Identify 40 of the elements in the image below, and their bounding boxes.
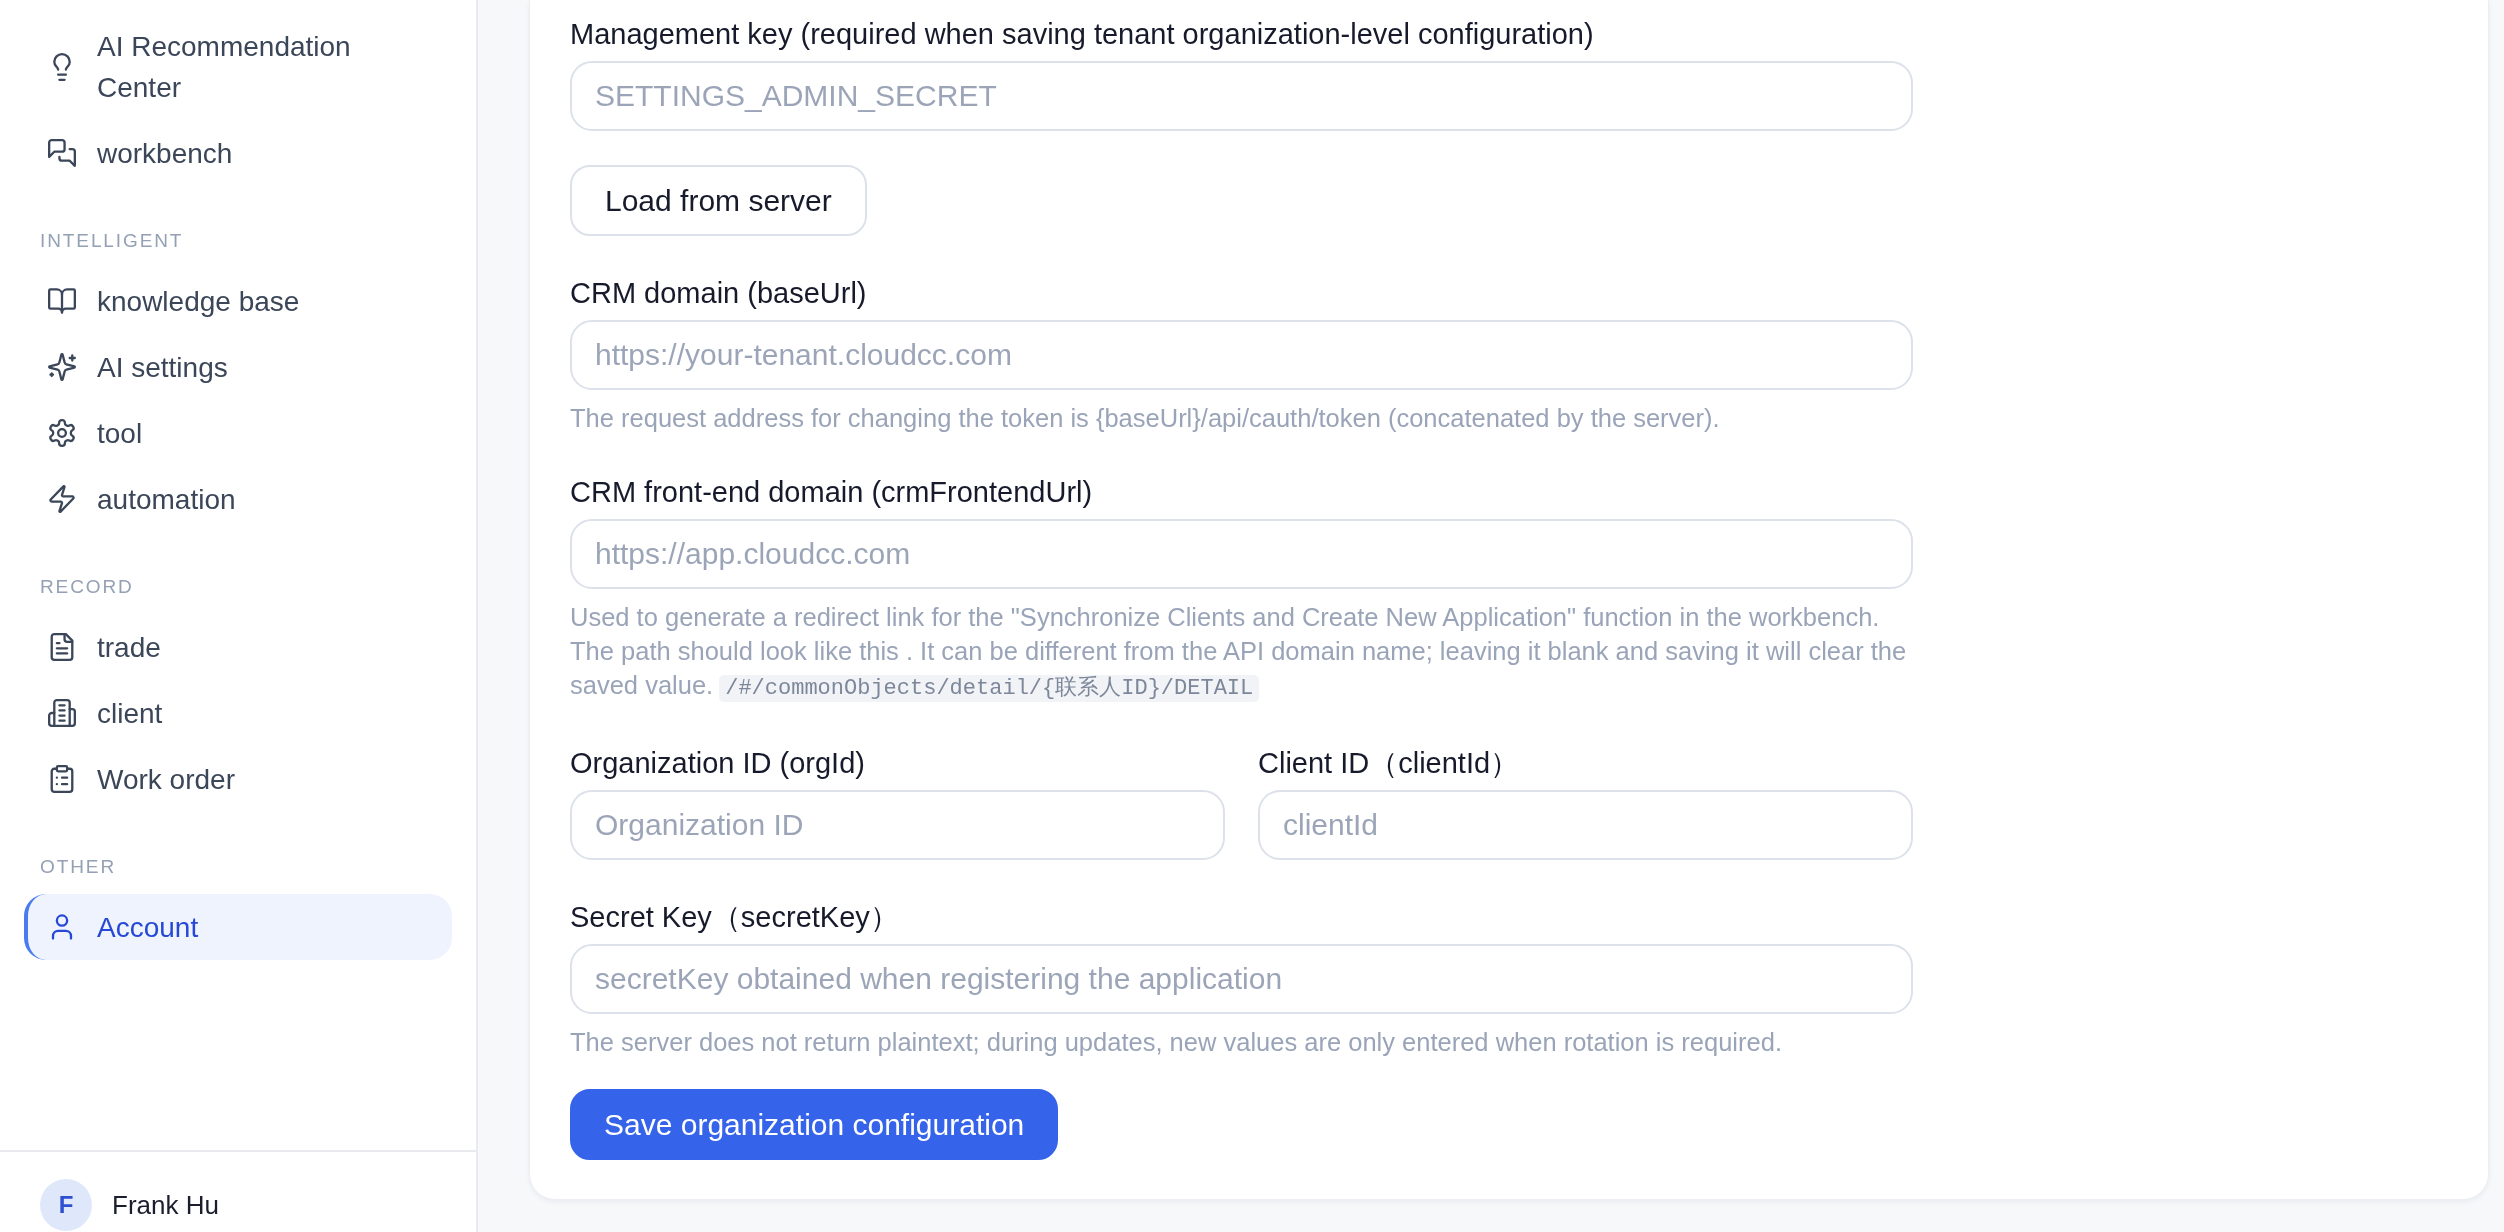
sparkles-icon	[48, 353, 76, 381]
section-heading: OTHER	[40, 855, 116, 879]
input-field[interactable]: secretKey obtained when registering the application	[570, 944, 1913, 1014]
clipboard-list-icon	[48, 765, 76, 793]
gear-icon	[48, 419, 76, 447]
input-field[interactable]: clientId	[1258, 790, 1913, 860]
field-label: Organization ID (orgId)	[570, 746, 866, 781]
nav-item[interactable]: automation	[24, 466, 452, 532]
user-avatar: F	[40, 1179, 92, 1231]
nav-item[interactable]: Account	[24, 894, 452, 960]
field-label: Secret Key（secretKey）	[570, 900, 900, 935]
input-field[interactable]: SETTINGS_ADMIN_SECRET	[570, 61, 1913, 131]
input-field[interactable]: https://app.cloudcc.com	[570, 519, 1913, 589]
input-field[interactable]: Organization ID	[570, 790, 1225, 860]
help-text: The server does not return plaintext; during updates, new values are only entered when rotation is required.	[570, 1027, 1783, 1058]
user-name: Frank Hu	[112, 1189, 219, 1221]
section-heading: RECORD	[40, 575, 134, 599]
open-book-icon	[48, 287, 76, 315]
nav-item[interactable]: tool	[24, 400, 452, 466]
field-label: Management key (required when saving tenant organization-level configuration)	[570, 17, 1595, 52]
nav-item[interactable]: Work order	[24, 746, 452, 812]
nav-item[interactable]: knowledge base	[24, 268, 452, 334]
save-button[interactable]: Save organization configuration	[570, 1089, 1059, 1160]
document-icon	[48, 633, 76, 661]
building-icon	[48, 699, 76, 727]
nav-item[interactable]: AI settings	[24, 334, 452, 400]
field-label: Client ID（clientId）	[1258, 746, 1521, 781]
nav-item[interactable]: workbench	[24, 120, 452, 186]
chat-bubbles-icon	[48, 139, 76, 167]
section-heading: INTELLIGENT	[40, 229, 184, 253]
nav-item[interactable]: client	[24, 680, 452, 746]
field-label: CRM domain (baseUrl)	[570, 276, 868, 311]
nav-item[interactable]: AI Recommendation Center	[24, 14, 452, 120]
field-label: CRM front-end domain (crmFrontendUrl)	[570, 475, 1094, 510]
help-text: Used to generate a redirect link for the "Synchronize Clients and Create New Application" function in the workbench. The path should look like this . It can be different from the API domain name; leaving it blank and saving it will clear the saved value. /#/commonObjects/detail/{联系人ID}/DETAIL	[570, 602, 1908, 704]
nav-item[interactable]: trade	[24, 614, 452, 680]
help-text: The request address for changing the token is {baseUrl}/api/cauth/token (concatenated by the server).	[570, 403, 1721, 434]
load-button[interactable]: Load from server	[570, 165, 867, 236]
input-field[interactable]: https://your-tenant.cloudcc.com	[570, 320, 1913, 390]
lightning-icon	[48, 485, 76, 513]
